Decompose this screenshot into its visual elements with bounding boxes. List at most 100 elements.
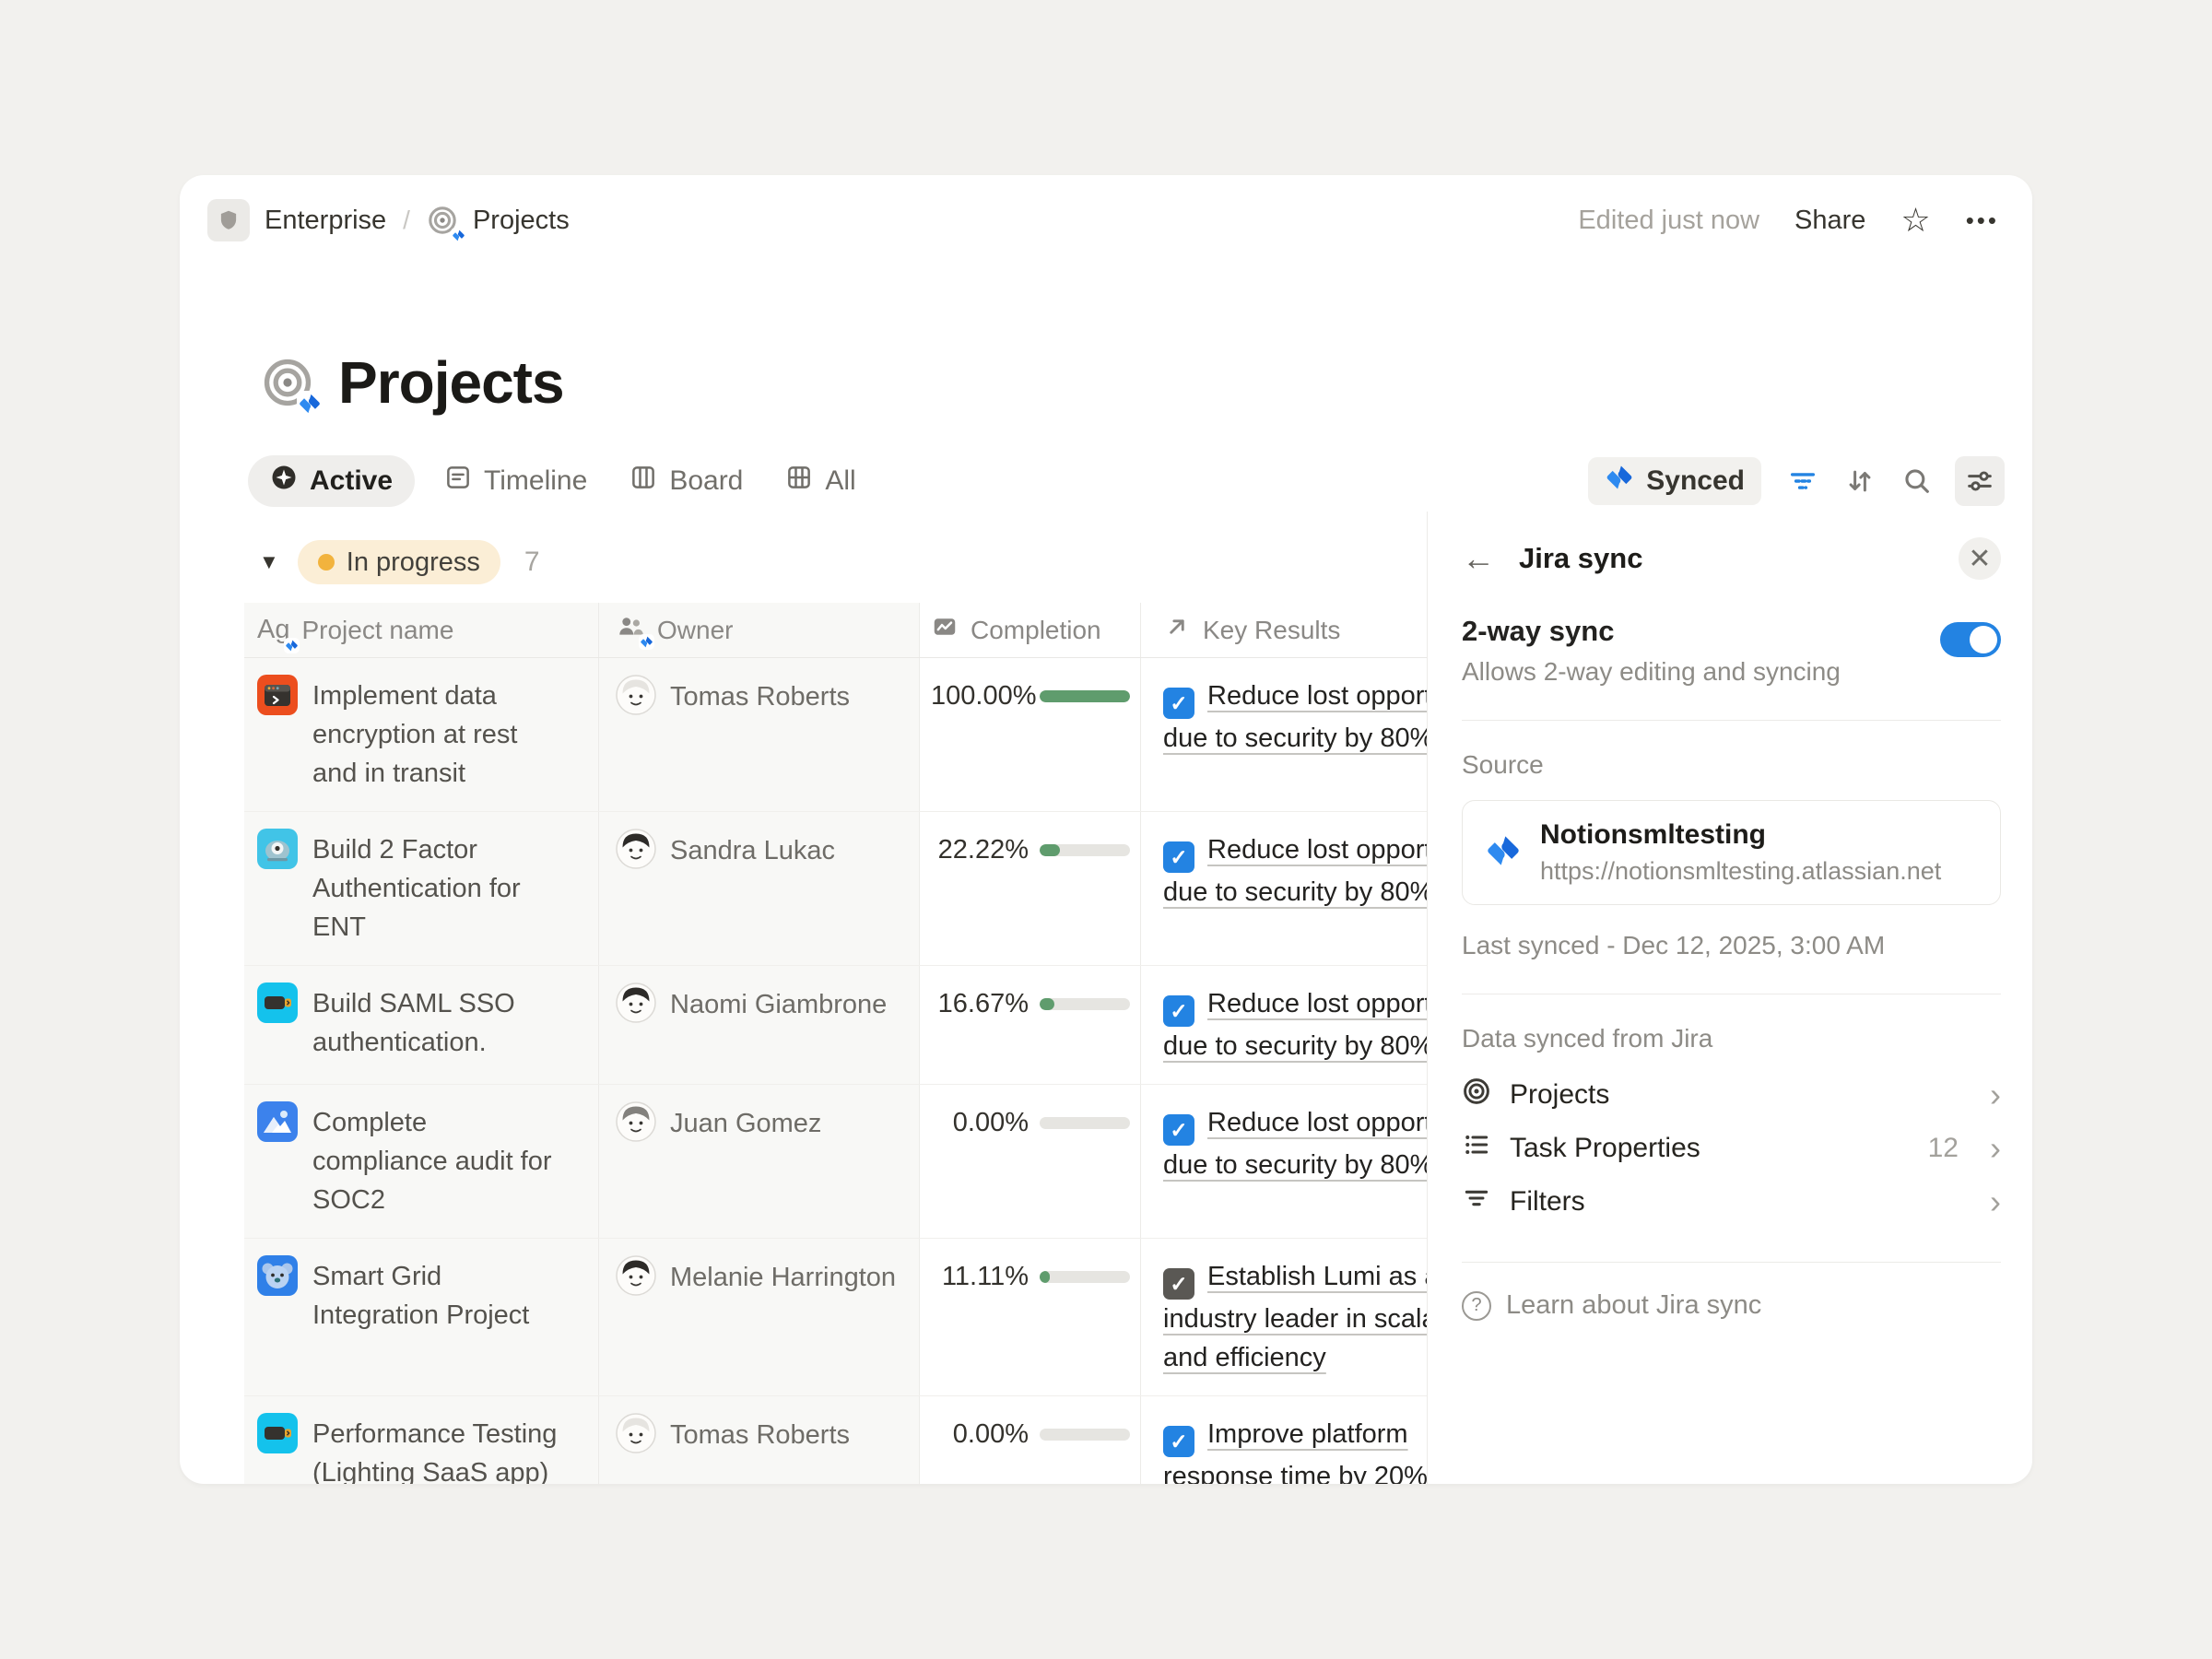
completion-cell[interactable]: 22.22% (920, 812, 1141, 965)
panel-item-task-properties[interactable]: Task Properties12› (1462, 1122, 2001, 1175)
edited-timestamp: Edited just now (1578, 206, 1759, 236)
panel-item-label: Filters (1510, 1186, 1585, 1218)
filter-icon[interactable] (1787, 465, 1818, 497)
back-arrow-icon[interactable]: ← (1462, 542, 1495, 575)
key-results-cell[interactable]: ✓ Reduce lost opportu due to security by 8… (1141, 1085, 1431, 1238)
owner-cell[interactable]: Juan Gomez (599, 1085, 920, 1238)
key-result-link[interactable]: Reduce lost opportu (1207, 1108, 1431, 1137)
workspace-shield-icon[interactable] (207, 199, 250, 241)
key-result-link[interactable]: industry leader in scala (1163, 1304, 1431, 1334)
table-row[interactable]: Build SAML SSO authentication. Naomi Giam… (244, 966, 1431, 1085)
key-results-cell[interactable]: ✓ Reduce lost opportu due to security by 8… (1141, 812, 1431, 965)
key-result-checkbox[interactable]: ✓ (1163, 1114, 1194, 1146)
project-icon (257, 982, 298, 1028)
panel-item-projects[interactable]: Projects› (1462, 1068, 2001, 1122)
top-bar: Enterprise / Projects Edited just now Sh… (180, 175, 2032, 241)
panel-item-filters[interactable]: Filters› (1462, 1175, 2001, 1229)
share-button[interactable]: Share (1794, 206, 1865, 236)
progress-bar (1040, 1429, 1130, 1441)
key-result-checkbox[interactable]: ✓ (1163, 841, 1194, 873)
column-header-completion[interactable]: Completion (920, 603, 1141, 657)
key-result-link[interactable]: due to security by 80% (1163, 1150, 1431, 1180)
timeline-icon (444, 464, 472, 499)
status-badge[interactable]: In progress (298, 540, 500, 584)
sort-icon[interactable] (1844, 465, 1876, 497)
breadcrumb-page[interactable]: Projects (473, 206, 570, 236)
key-result-link[interactable]: due to security by 80% (1163, 877, 1431, 907)
key-result-link[interactable]: and efficiency (1163, 1343, 1326, 1372)
completion-cell[interactable]: 0.00% (920, 1396, 1141, 1484)
key-results-cell[interactable]: ✓ Improve platform response time by 20% (1141, 1396, 1431, 1484)
project-name-cell[interactable]: Complete compliance audit for SOC2 (244, 1085, 599, 1238)
key-result-checkbox[interactable]: ✓ (1163, 1426, 1194, 1457)
source-heading: Source (1462, 750, 2001, 780)
learn-link[interactable]: ? Learn about Jira sync (1462, 1290, 2001, 1321)
key-result-checkbox[interactable]: ✓ (1163, 995, 1194, 1027)
project-name: Smart Grid Integration Project (312, 1257, 567, 1335)
completion-cell[interactable]: 11.11% (920, 1239, 1141, 1395)
page-target-icon[interactable] (261, 356, 314, 409)
key-result-checkbox[interactable]: ✓ (1163, 1268, 1194, 1300)
progress-bar (1040, 998, 1130, 1010)
column-header-key-results[interactable]: Key Results (1141, 603, 1431, 657)
owner-cell[interactable]: Sandra Lukac (599, 812, 920, 965)
two-way-sync-label: 2-way sync (1462, 615, 1841, 648)
tab-board[interactable]: Board (629, 464, 743, 499)
key-result-link[interactable]: due to security by 80% (1163, 724, 1431, 753)
column-header-project-name[interactable]: AgProject name (244, 603, 599, 657)
project-name-cell[interactable]: Smart Grid Integration Project (244, 1239, 599, 1395)
project-icon (257, 829, 298, 874)
avatar (616, 829, 656, 869)
completion-cell[interactable]: 0.00% (920, 1085, 1141, 1238)
close-icon[interactable]: ✕ (1959, 537, 2001, 580)
completion-cell[interactable]: 16.67% (920, 966, 1141, 1084)
owner-cell[interactable]: Tomas Roberts (599, 658, 920, 811)
synced-label: Synced (1646, 465, 1745, 497)
key-result-link[interactable]: Establish Lumi as an (1207, 1262, 1431, 1291)
key-result-link[interactable]: Reduce lost opportu (1207, 835, 1431, 865)
owner-name: Tomas Roberts (670, 678, 850, 715)
column-header-owner[interactable]: Owner (599, 603, 920, 657)
table-row[interactable]: Implement data encryption at rest and in… (244, 658, 1431, 812)
key-result-checkbox[interactable]: ✓ (1163, 688, 1194, 719)
collapse-triangle-icon[interactable]: ▼ (259, 550, 279, 574)
text-jira-icon: Ag (257, 615, 289, 645)
panel-header: ← Jira sync ✕ (1462, 537, 2001, 580)
key-results-cell[interactable]: ✓ Reduce lost opportu due to security by 8… (1141, 658, 1431, 811)
project-name-cell[interactable]: Build 2 Factor Authentication for ENT (244, 812, 599, 965)
two-way-sync-text: 2-way sync Allows 2-way editing and sync… (1462, 615, 1841, 687)
project-name-cell[interactable]: Performance Testing (Lighting SaaS app) (244, 1396, 599, 1484)
favorite-star-icon[interactable]: ☆ (1900, 204, 1930, 237)
owner-cell[interactable]: Tomas Roberts (599, 1396, 920, 1484)
table-row[interactable]: Smart Grid Integration Project Melanie Ha… (244, 1239, 1431, 1396)
table-row[interactable]: Complete compliance audit for SOC2Juan G… (244, 1085, 1431, 1239)
key-result-link[interactable]: Reduce lost opportu (1207, 681, 1431, 711)
owner-name: Naomi Giambrone (670, 986, 887, 1023)
project-name-cell[interactable]: Implement data encryption at rest and in… (244, 658, 599, 811)
synced-button[interactable]: Synced (1588, 457, 1761, 505)
key-results-cell[interactable]: ✓ Establish Lumi as an industry leader in … (1141, 1239, 1431, 1395)
more-menu-icon[interactable]: ••• (1966, 206, 1999, 235)
key-results-cell[interactable]: ✓ Reduce lost opportu due to security by 8… (1141, 966, 1431, 1084)
key-result-link[interactable]: due to security by 80% (1163, 1031, 1431, 1061)
key-result-link[interactable]: Reduce lost opportu (1207, 989, 1431, 1018)
breadcrumb-workspace[interactable]: Enterprise (265, 206, 386, 236)
tab-active[interactable]: Active (248, 455, 415, 507)
owner-cell[interactable]: Melanie Harrington (599, 1239, 920, 1395)
settings-sliders-icon[interactable] (1955, 456, 2005, 506)
help-icon: ? (1462, 1291, 1491, 1321)
source-card[interactable]: Notionsmltesting https://notionsmltestin… (1462, 800, 2001, 905)
table-row[interactable]: Performance Testing (Lighting SaaS app)T… (244, 1396, 1431, 1484)
two-way-sync-toggle[interactable] (1940, 622, 2001, 657)
key-result-link[interactable]: Improve platform (1207, 1419, 1408, 1449)
search-icon[interactable] (1901, 465, 1933, 497)
owner-cell[interactable]: Naomi Giambrone (599, 966, 920, 1084)
project-name-cell[interactable]: Build SAML SSO authentication. (244, 966, 599, 1084)
toggle-knob (1970, 626, 1997, 653)
completion-cell[interactable]: 100.00% (920, 658, 1141, 811)
key-result-link[interactable]: response time by 20% (1163, 1462, 1428, 1484)
table-row[interactable]: Build 2 Factor Authentication for ENTSan… (244, 812, 1431, 966)
tab-timeline[interactable]: Timeline (444, 464, 587, 499)
data-synced-list: Projects›Task Properties12›Filters› (1462, 1068, 2001, 1229)
tab-all[interactable]: All (785, 464, 855, 499)
